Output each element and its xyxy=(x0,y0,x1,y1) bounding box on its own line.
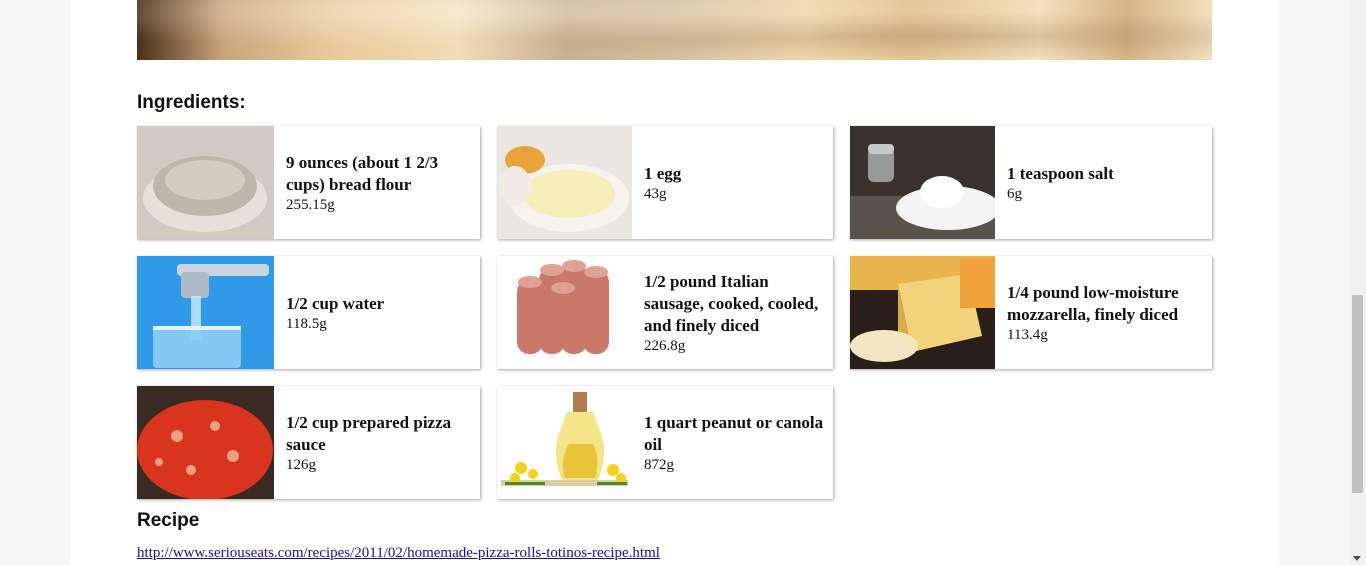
oil-icon xyxy=(497,386,632,499)
vertical-scrollbar[interactable] xyxy=(1349,0,1366,565)
ingredient-name: 1 egg xyxy=(644,163,682,183)
cheese-icon xyxy=(850,256,995,369)
ingredient-card: 1/4 pound low-moisture mozzarella, finel… xyxy=(850,256,1212,369)
ingredient-weight: 113.4g xyxy=(1007,326,1048,343)
salt-icon xyxy=(850,126,995,239)
ingredient-card: 1/2 cup water 118.5g xyxy=(137,256,480,369)
ingredient-name: 1/2 pound Italian sausage, cooked, coole… xyxy=(644,271,819,335)
ingredient-name: 1 quart peanut or canola oil xyxy=(644,412,824,454)
ingredient-name: 1 teaspoon salt xyxy=(1007,163,1114,183)
ingredient-weight: 118.5g xyxy=(286,315,327,332)
ingredient-weight: 255.15g xyxy=(286,196,335,213)
ingredients-heading: Ingredients: xyxy=(137,92,246,113)
ingredient-name: 1/2 cup water xyxy=(286,293,385,313)
flour-icon xyxy=(137,126,274,239)
ingredient-name: 9 ounces (about 1 2/3 cups) bread flour xyxy=(286,152,439,194)
ingredient-name: 1/4 pound low-moisture mozzarella, finel… xyxy=(1007,282,1179,324)
ingredient-weight: 6g xyxy=(1007,185,1022,202)
ingredient-card: 1 teaspoon salt 6g xyxy=(850,126,1212,239)
egg-icon xyxy=(497,126,632,239)
ingredient-card: 9 ounces (about 1 2/3 cups) bread flour … xyxy=(137,126,480,239)
scroll-down-arrow-icon[interactable] xyxy=(1353,556,1361,561)
ingredient-card: 1 quart peanut or canola oil 872g xyxy=(497,386,833,499)
water-icon xyxy=(137,256,274,369)
scrollbar-thumb[interactable] xyxy=(1352,295,1363,493)
recipe-source-link[interactable]: http://www.seriouseats.com/recipes/2011/… xyxy=(137,545,660,562)
ingredient-name: 1/2 cup prepared pizza sauce xyxy=(286,412,452,454)
hero-image xyxy=(137,0,1212,60)
sausage-icon xyxy=(497,256,632,369)
ingredient-weight: 226.8g xyxy=(644,337,686,354)
ingredient-card: 1 egg 43g xyxy=(497,126,833,239)
page-content: Ingredients: 9 ounces (about 1 2/3 cups)… xyxy=(70,0,1279,565)
ingredient-weight: 43g xyxy=(644,185,667,202)
ingredient-card: 1/2 cup prepared pizza sauce 126g xyxy=(137,386,480,499)
ingredient-weight: 872g xyxy=(644,456,674,473)
ingredient-weight: 126g xyxy=(286,456,316,473)
ingredient-card: 1/2 pound Italian sausage, cooked, coole… xyxy=(497,256,833,369)
recipe-heading: Recipe xyxy=(137,510,200,531)
sauce-icon xyxy=(137,386,274,499)
